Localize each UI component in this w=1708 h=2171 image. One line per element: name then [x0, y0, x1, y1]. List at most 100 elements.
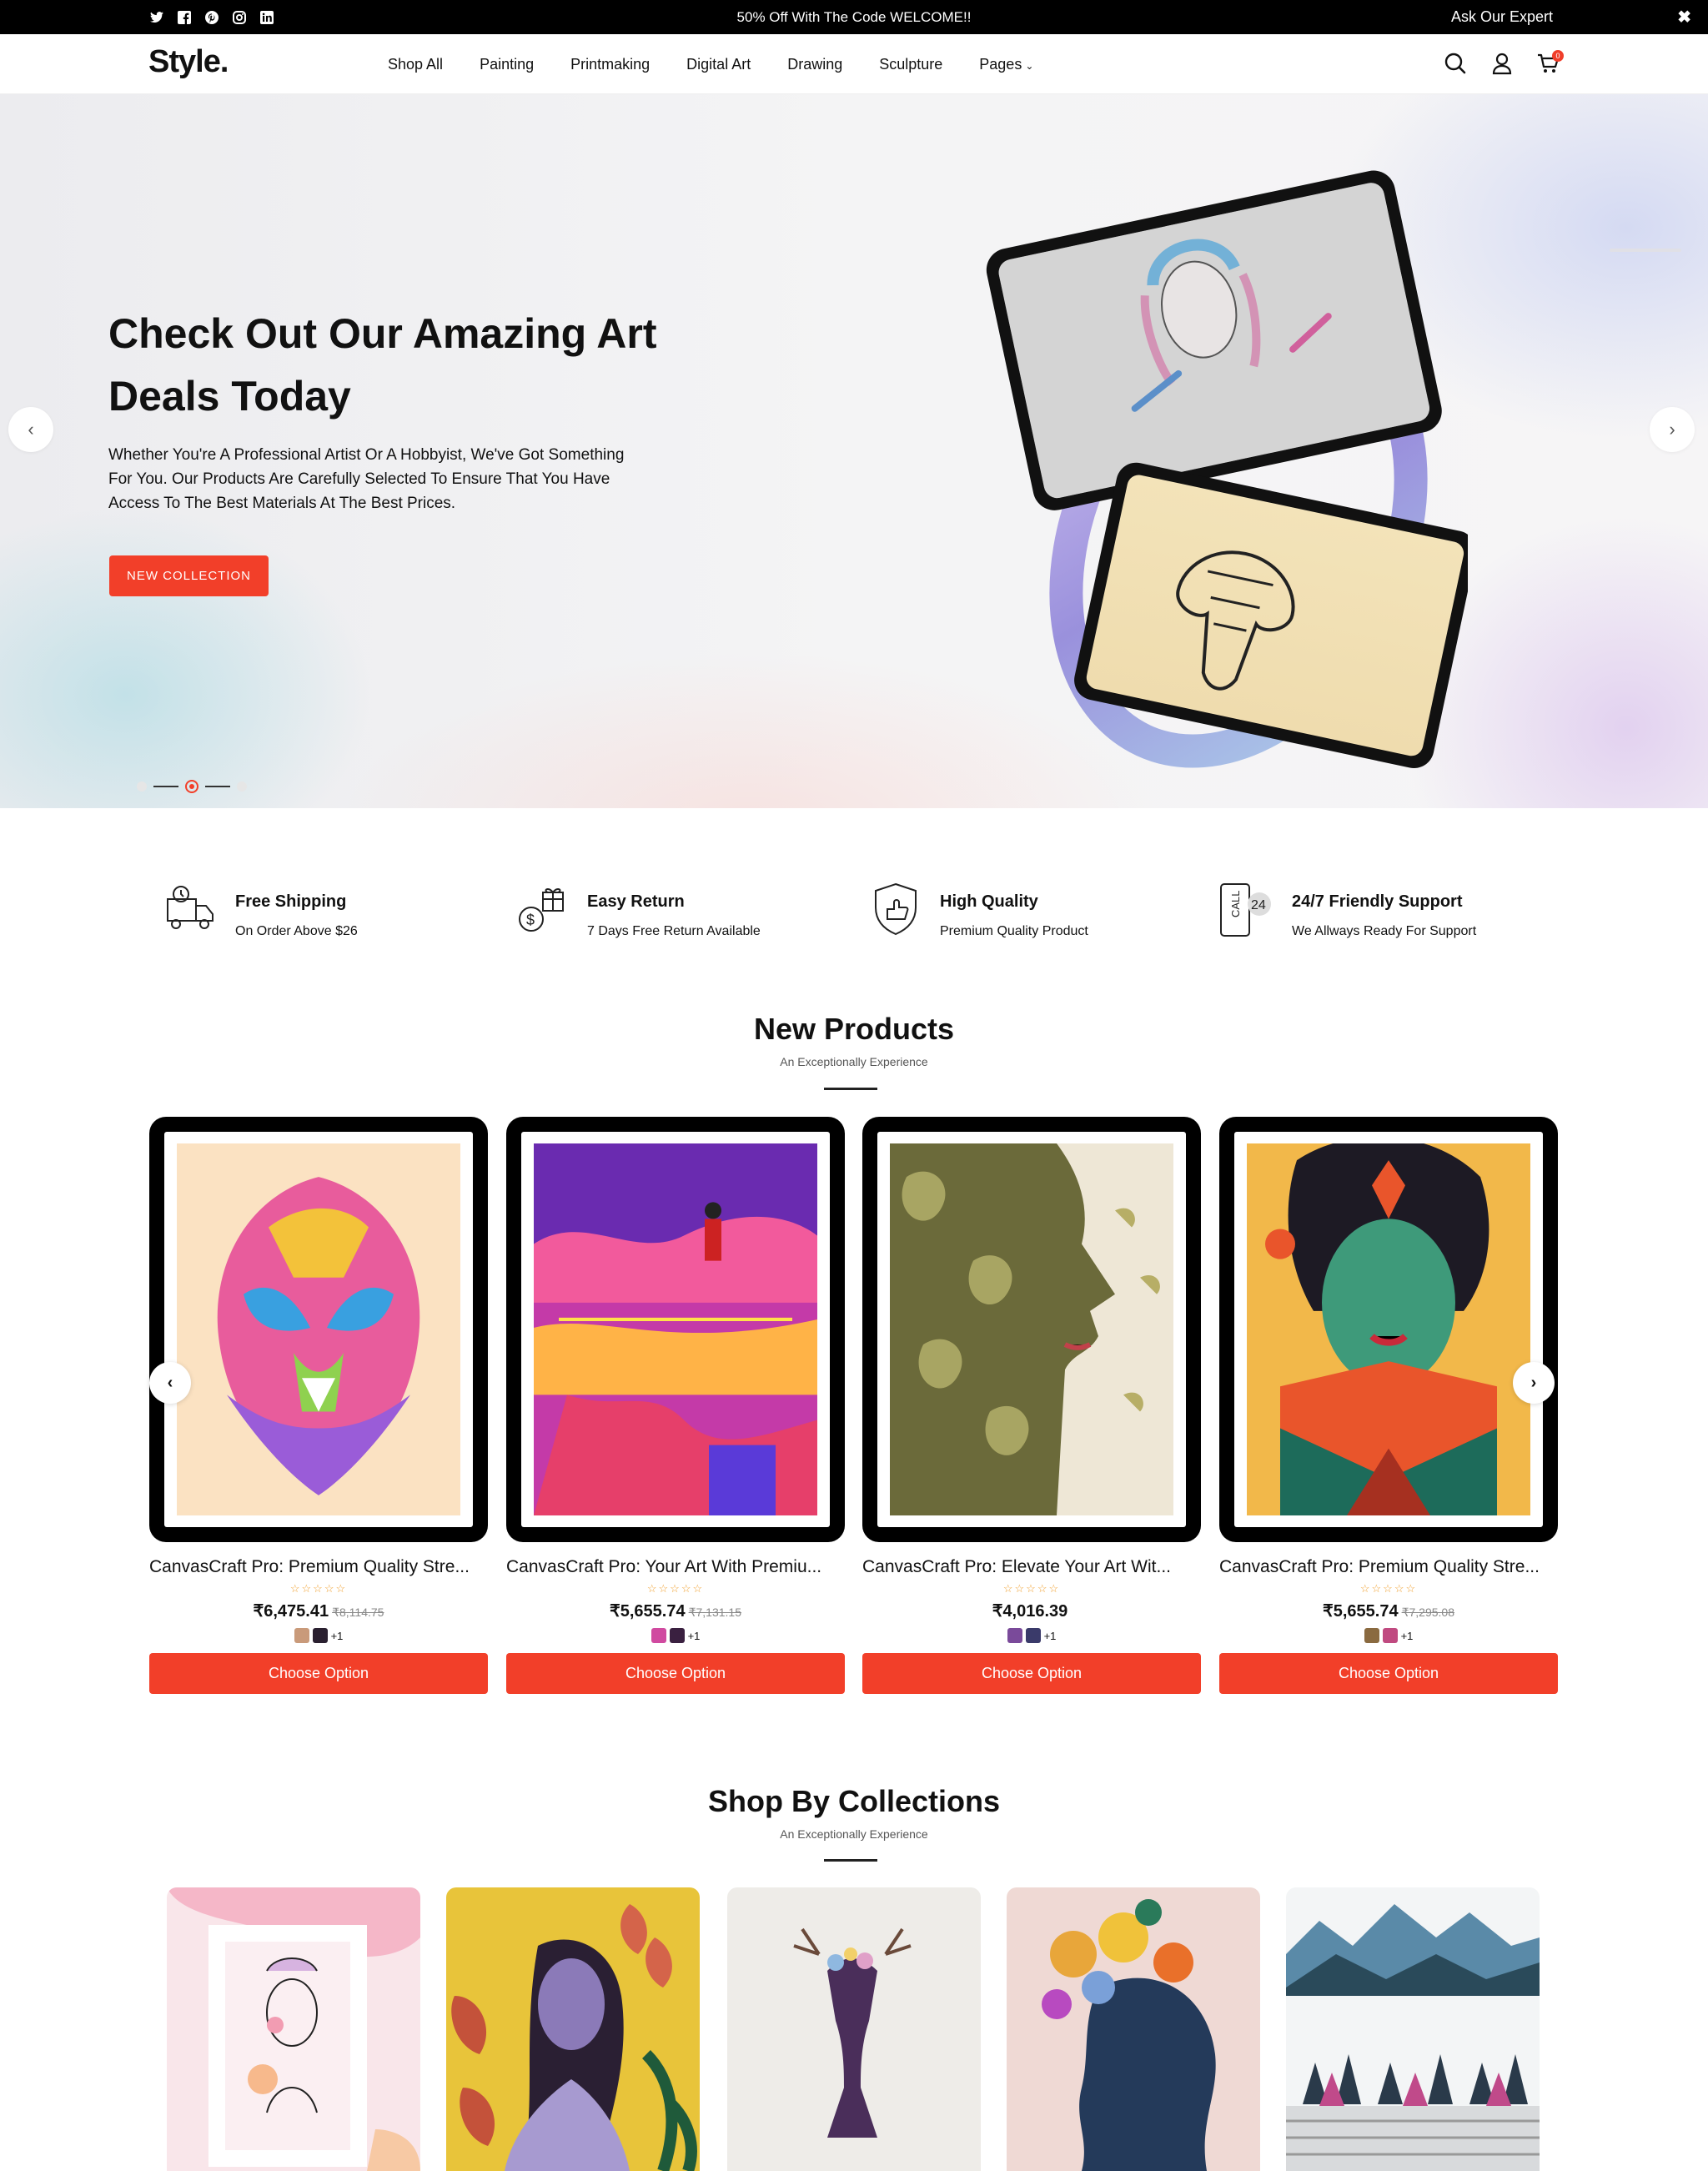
new-products-subtitle: An Exceptionally Experience — [780, 1055, 928, 1068]
choose-option-button[interactable]: Choose Option — [506, 1653, 845, 1694]
svg-text:CALL: CALL — [1229, 890, 1242, 917]
product-image-leaf-face — [890, 1143, 1173, 1515]
slide-dot-2-active[interactable] — [185, 780, 198, 793]
cart-icon[interactable]: 0 — [1536, 50, 1564, 76]
product-name[interactable]: CanvasCraft Pro: Premium Quality Stre... — [149, 1557, 488, 1577]
collection-card[interactable] — [446, 1887, 700, 2171]
main-nav: Shop All Painting Printmaking Digital Ar… — [388, 56, 1033, 73]
product-image-frame[interactable] — [506, 1117, 845, 1542]
products-prev-button[interactable]: ‹ — [149, 1362, 191, 1404]
old-price: ₹7,131.15 — [688, 1606, 741, 1619]
more-variants[interactable]: +1 — [688, 1630, 701, 1642]
cart-count-badge: 0 — [1552, 50, 1564, 62]
collection-card[interactable] — [1286, 1887, 1540, 2171]
product-card[interactable]: CanvasCraft Pro: Your Art With Premiu...… — [506, 1117, 845, 1694]
collection-card[interactable] — [167, 1887, 420, 2171]
hero-slider: Check Out Our Amazing Art Deals Today Wh… — [0, 94, 1708, 808]
slide-dot-1[interactable] — [137, 781, 147, 792]
new-collection-button[interactable]: NEW COLLECTION — [109, 555, 269, 596]
variant-swatches: +1 — [506, 1628, 845, 1643]
feature-easy-return: $ Easy Return 7 Days Free Return Availab… — [515, 881, 831, 947]
product-image-frame[interactable] — [1219, 1117, 1558, 1542]
nav-sculpture[interactable]: Sculpture — [879, 56, 942, 73]
site-logo[interactable]: Style. — [148, 44, 229, 80]
feature-free-shipping: Free Shipping On Order Above $26 — [163, 881, 480, 947]
nav-shop-all[interactable]: Shop All — [388, 56, 443, 73]
chevron-down-icon: ⌄ — [1025, 60, 1034, 72]
swatch[interactable] — [1382, 1628, 1398, 1643]
feature-title: 24/7 Friendly Support — [1292, 892, 1463, 911]
chevron-left-icon: ‹ — [167, 1373, 173, 1392]
support-phone-icon: CALL 24 — [1220, 883, 1271, 937]
main-header: Style. Shop All Painting Printmaking Dig… — [0, 34, 1708, 94]
hero-tablets-illustration — [986, 170, 1468, 768]
product-card[interactable]: CanvasCraft Pro: Premium Quality Stre...… — [149, 1117, 488, 1694]
collection-image-deer-landscape — [1286, 1887, 1540, 2171]
hero-next-button[interactable]: › — [1650, 407, 1695, 452]
hero-title: Check Out Our Amazing Art Deals Today — [108, 310, 657, 420]
chevron-right-icon: › — [1669, 419, 1675, 440]
nav-pages[interactable]: Pages ⌄ — [979, 56, 1033, 73]
swatch[interactable] — [651, 1628, 666, 1643]
chevron-right-icon: › — [1530, 1373, 1537, 1392]
feature-title: Easy Return — [587, 892, 685, 911]
feature-title: Free Shipping — [235, 892, 347, 911]
more-variants[interactable]: +1 — [1044, 1630, 1057, 1642]
quality-shield-icon — [875, 882, 917, 936]
swatch[interactable] — [1007, 1628, 1022, 1643]
old-price: ₹7,295.08 — [1401, 1606, 1454, 1619]
hero-prev-button[interactable]: ‹ — [8, 407, 53, 452]
nav-digital-art[interactable]: Digital Art — [686, 56, 751, 73]
close-icon[interactable]: ✖ — [1677, 7, 1691, 28]
choose-option-button[interactable]: Choose Option — [149, 1653, 488, 1694]
announcement-bar: 50% Off With The Code WELCOME!! Ask Our … — [0, 0, 1708, 34]
feature-subtitle: Premium Quality Product — [940, 924, 1088, 938]
more-variants[interactable]: +1 — [331, 1630, 344, 1642]
star-rating: ☆☆☆☆☆ — [646, 1582, 705, 1595]
swatch[interactable] — [1025, 1628, 1041, 1643]
collection-card[interactable] — [1007, 1887, 1260, 2171]
user-icon[interactable] — [1489, 51, 1515, 76]
swatch[interactable] — [312, 1628, 328, 1643]
star-rating: ☆☆☆☆☆ — [1002, 1582, 1061, 1595]
current-price: ₹5,655.74 — [1323, 1602, 1399, 1621]
collections-subtitle: An Exceptionally Experience — [780, 1827, 928, 1841]
slide-dot-3[interactable] — [237, 781, 247, 792]
products-next-button[interactable]: › — [1513, 1362, 1555, 1404]
nav-printmaking[interactable]: Printmaking — [570, 56, 650, 73]
collection-image-flower-head — [1007, 1887, 1260, 2171]
decorative-line — [1610, 249, 1681, 252]
product-name[interactable]: CanvasCraft Pro: Your Art With Premiu... — [506, 1557, 845, 1577]
pagination-line — [153, 786, 178, 787]
product-name[interactable]: CanvasCraft Pro: Elevate Your Art Wit... — [862, 1557, 1201, 1577]
nav-painting[interactable]: Painting — [480, 56, 534, 73]
feature-subtitle: 7 Days Free Return Available — [587, 924, 761, 938]
swatch[interactable] — [669, 1628, 685, 1643]
feature-subtitle: We Allways Ready For Support — [1292, 924, 1477, 938]
more-variants[interactable]: +1 — [1401, 1630, 1414, 1642]
current-price: ₹4,016.39 — [992, 1602, 1068, 1621]
feature-subtitle: On Order Above $26 — [235, 924, 358, 938]
variant-swatches: +1 — [149, 1628, 488, 1643]
hero-pagination — [137, 780, 247, 793]
product-card[interactable]: CanvasCraft Pro: Elevate Your Art Wit...… — [862, 1117, 1201, 1694]
section-divider — [824, 1859, 877, 1862]
feature-strip: Free Shipping On Order Above $26 $ Easy … — [0, 867, 1708, 951]
search-icon[interactable] — [1443, 51, 1468, 76]
ask-expert-link[interactable]: Ask Our Expert — [1451, 8, 1553, 26]
product-image-frame[interactable] — [862, 1117, 1201, 1542]
nav-drawing[interactable]: Drawing — [787, 56, 842, 73]
swatch[interactable] — [1364, 1628, 1379, 1643]
pagination-line — [205, 786, 230, 787]
gift-coin-icon: $ — [519, 887, 564, 932]
choose-option-button[interactable]: Choose Option — [1219, 1653, 1558, 1694]
product-image-frame[interactable] — [149, 1117, 488, 1542]
collection-image-line-art — [167, 1887, 420, 2171]
product-card[interactable]: CanvasCraft Pro: Premium Quality Stre...… — [1219, 1117, 1558, 1694]
product-image-woman-portrait — [1247, 1143, 1530, 1515]
collection-card[interactable] — [727, 1887, 981, 2171]
choose-option-button[interactable]: Choose Option — [862, 1653, 1201, 1694]
product-name[interactable]: CanvasCraft Pro: Premium Quality Stre... — [1219, 1557, 1558, 1577]
swatch[interactable] — [294, 1628, 309, 1643]
star-rating: ☆☆☆☆☆ — [289, 1582, 348, 1595]
